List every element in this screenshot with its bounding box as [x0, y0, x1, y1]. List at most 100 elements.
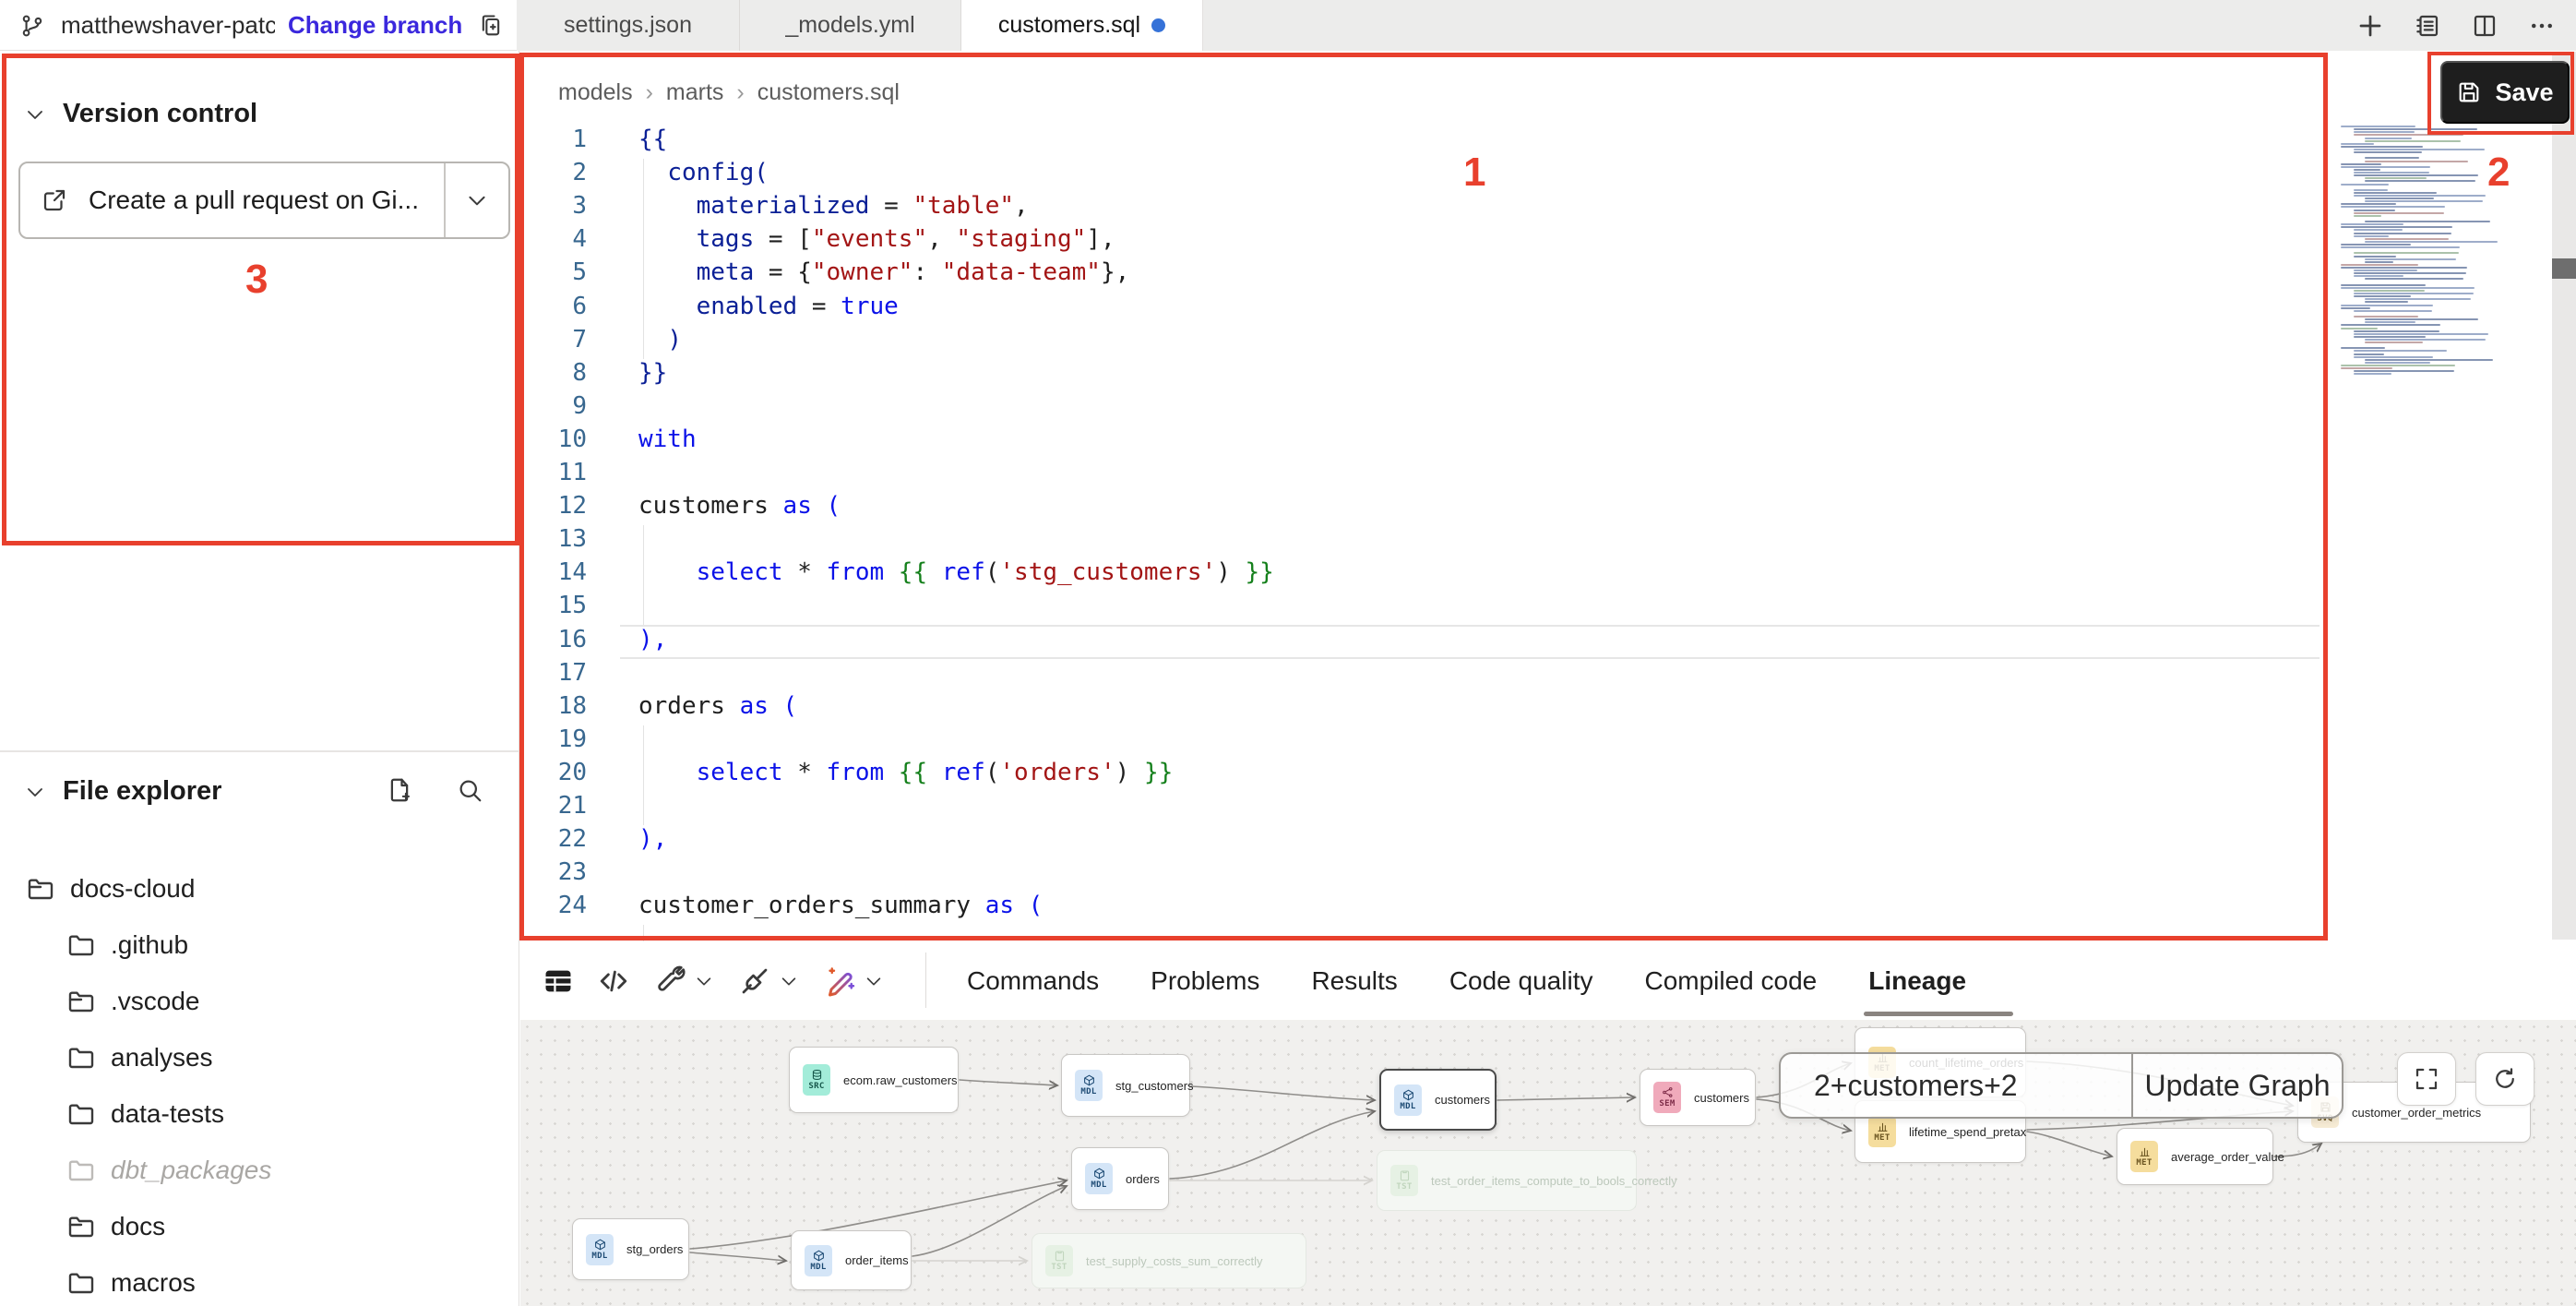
lineage-graph[interactable]: SRCecom.raw_customers MDLstg_customers MDL… [520, 1020, 2576, 1306]
build-tools-group[interactable] [653, 965, 714, 998]
lineage-node-tst_order_items[interactable]: TSTtest_order_items_compute_to_bools_cor… [1377, 1150, 1637, 1211]
minimap-line [2354, 195, 2486, 197]
file-row-macros[interactable]: macros [66, 1261, 196, 1305]
update-graph-button[interactable]: Update Graph [2131, 1054, 2342, 1117]
node-badge-mdl-icon: MDL [1085, 1163, 1113, 1194]
node-badge-src-icon: SRC [803, 1064, 830, 1096]
minimap-line [2341, 365, 2455, 366]
minimap-line [2365, 157, 2419, 159]
save-floppy-icon [2456, 79, 2482, 105]
minimap[interactable] [2341, 123, 2549, 400]
minimap-line [2354, 373, 2391, 375]
ai-fix-group[interactable] [823, 965, 884, 998]
line-number: 1 [520, 126, 587, 153]
version-control-header[interactable]: Version control [24, 99, 257, 129]
lineage-node-stg_customers[interactable]: MDLstg_customers [1061, 1054, 1190, 1117]
minimap-line [2341, 146, 2423, 148]
tab-problems[interactable]: Problems [1151, 966, 1259, 996]
breadcrumb-separator: › [736, 79, 744, 106]
file-row-.vscode[interactable]: .vscode [66, 979, 200, 1024]
dbt-cloud-ide: matthewshaver-patc Change branch setting… [0, 0, 2576, 1306]
minimap-line [2365, 298, 2471, 300]
minimap-line [2341, 184, 2389, 186]
minimap-line [2354, 252, 2459, 254]
minimap-line [2354, 229, 2403, 231]
code-area[interactable]: 1{{2 config(3 materialized = "table",4 t… [520, 111, 2325, 941]
line-number: 3 [520, 192, 587, 220]
line-number: 24 [520, 892, 587, 919]
minimap-line [2354, 270, 2417, 271]
code-line: config( [638, 159, 769, 186]
minimap-line [2354, 333, 2488, 335]
file-row-dbt_packages[interactable]: dbt_packages [66, 1148, 271, 1192]
minimap-line [2365, 362, 2430, 364]
split-editor-icon[interactable] [2469, 10, 2500, 42]
line-number: 16 [520, 626, 587, 653]
search-files-icon[interactable] [454, 774, 485, 806]
refresh-graph-button[interactable] [2475, 1052, 2534, 1106]
branch-name: matthewshaver-patc [61, 11, 275, 40]
code-view-icon[interactable] [598, 965, 629, 997]
minimap-line [2354, 275, 2403, 277]
minimap-line [2341, 347, 2385, 349]
fullscreen-button[interactable] [2397, 1052, 2456, 1106]
save-button[interactable]: Save [2440, 61, 2570, 124]
new-tab-plus-icon[interactable] [2355, 10, 2386, 42]
lineage-node-stg_orders[interactable]: MDLstg_orders [572, 1218, 689, 1280]
tab-code-quality[interactable]: Code quality [1449, 966, 1593, 996]
tab-results[interactable]: Results [1311, 966, 1397, 996]
minimap-line [2365, 180, 2475, 182]
lineage-selector-input[interactable]: 2+customers+2 [1781, 1069, 2131, 1103]
tab-models-yml[interactable]: _models.yml [740, 0, 961, 51]
lineage-node-avg_order[interactable]: METaverage_order_value [2117, 1128, 2273, 1185]
scrollbar-thumb[interactable] [2552, 258, 2576, 279]
tab-lineage[interactable]: Lineage [1868, 966, 1966, 996]
sidebar: Version control Create a pull request on… [0, 51, 519, 1306]
format-group[interactable] [738, 965, 799, 998]
tab-compiled-code[interactable]: Compiled code [1644, 966, 1817, 996]
minimap-line [2341, 246, 2460, 248]
outline-panel-icon[interactable] [2412, 10, 2443, 42]
tab-customers-sql[interactable]: customers.sql [961, 0, 1203, 51]
lineage-node-orders[interactable]: MDLorders [1071, 1147, 1169, 1210]
editor-scrollbar[interactable] [2552, 52, 2576, 940]
lineage-node-src_raw[interactable]: SRCecom.raw_customers [789, 1047, 959, 1113]
file-explorer-header[interactable]: File explorer [24, 776, 221, 807]
lineage-node-customers_sem[interactable]: SEMcustomers [1640, 1069, 1756, 1126]
tab-commands[interactable]: Commands [967, 966, 1099, 996]
new-file-icon[interactable] [384, 774, 415, 806]
toolbar-divider [925, 953, 926, 1008]
tab-settings-json[interactable]: settings.json [517, 0, 740, 51]
more-options-icon[interactable] [2526, 10, 2558, 42]
node-label: customers [1694, 1091, 1749, 1105]
section-divider [0, 750, 519, 752]
code-line: orders as ( [638, 692, 797, 720]
file-row-docs[interactable]: docs [66, 1204, 165, 1249]
line-number: 10 [520, 425, 587, 453]
minimap-line [2365, 278, 2463, 280]
copy-branch-icon[interactable] [475, 10, 507, 42]
file-row-.github[interactable]: .github [66, 923, 188, 967]
code-line: {{ [638, 126, 667, 153]
create-pull-request-button[interactable]: Create a pull request on Gi... [18, 162, 510, 239]
node-label: order_items [845, 1253, 909, 1267]
node-label: customer_order_metrics [2352, 1106, 2481, 1120]
node-badge-mdl-icon: MDL [1394, 1084, 1422, 1116]
lineage-node-tst_supply[interactable]: TSTtest_supply_costs_sum_correctly [1032, 1233, 1306, 1288]
change-branch-link[interactable]: Change branch [288, 11, 462, 40]
lineage-node-customers_mdl[interactable]: MDLcustomers [1379, 1069, 1497, 1131]
results-table-icon[interactable] [543, 965, 574, 997]
file-row-data-tests[interactable]: data-tests [66, 1092, 224, 1136]
file-row-analyses[interactable]: analyses [66, 1036, 213, 1080]
file-row-docs-cloud[interactable]: docs-cloud [26, 867, 195, 911]
wrench-icon [653, 965, 686, 998]
lineage-node-order_items[interactable]: MDLorder_items [791, 1230, 912, 1290]
line-number: 19 [520, 725, 587, 753]
breadcrumb-separator: › [646, 79, 653, 106]
pr-button-dropdown[interactable] [444, 163, 508, 237]
line-number: 4 [520, 225, 587, 253]
minimap-line [2354, 189, 2388, 191]
minimap-line [2365, 198, 2434, 199]
version-control-title: Version control [63, 99, 257, 129]
line-number: 20 [520, 759, 587, 786]
